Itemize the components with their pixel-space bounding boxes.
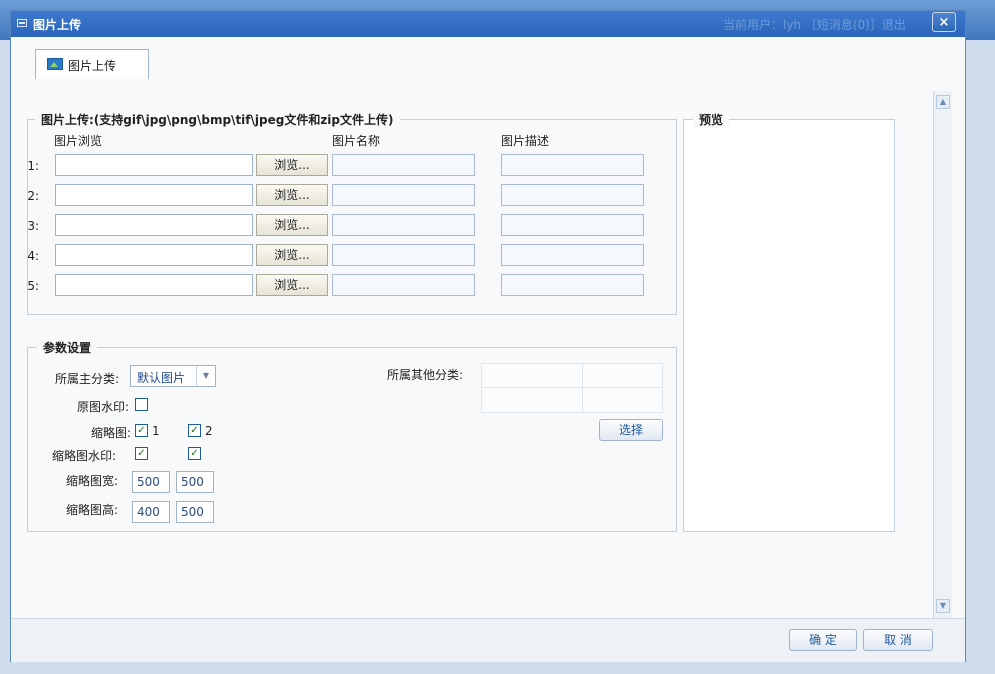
preview-fieldset (683, 119, 895, 532)
dialog-title: 图片上传 (33, 18, 82, 32)
other-category-grid[interactable] (481, 363, 663, 413)
main-category-value: 默认图片 (137, 371, 186, 385)
image-desc-input[interactable] (501, 274, 644, 296)
scroll-down-icon[interactable]: ▼ (936, 599, 950, 613)
file-path-input[interactable] (55, 184, 253, 206)
thumb-width-input-2[interactable]: 500 (176, 471, 214, 493)
image-icon (47, 58, 63, 70)
thumb1-checkbox[interactable]: ✓ (135, 424, 148, 437)
tab-label: 图片上传 (68, 59, 117, 73)
thumb-height-input-2[interactable]: 500 (176, 501, 214, 523)
watermark-label: 原图水印: (77, 400, 130, 414)
upload-dialog: 图片上传 当前用户：lyh ［短消息(0)］退出 × 图片上传 图片上传:(支持… (10, 10, 966, 662)
thumb-watermark1-checkbox[interactable]: ✓ (135, 447, 148, 460)
image-desc-input[interactable] (501, 214, 644, 236)
main-category-select[interactable]: 默认图片 ▼ (130, 365, 216, 387)
scroll-up-icon[interactable]: ▲ (936, 95, 950, 109)
image-name-input[interactable] (332, 274, 475, 296)
col-header-name: 图片名称 (332, 134, 381, 148)
browse-button[interactable]: 浏览... (256, 214, 328, 236)
thumb2-label: 2 (205, 424, 213, 438)
file-path-input[interactable] (55, 274, 253, 296)
image-name-input[interactable] (332, 154, 475, 176)
thumb-height-label: 缩略图高: (66, 503, 119, 517)
main-category-label: 所属主分类: (55, 372, 120, 386)
thumb-width-label: 缩略图宽: (66, 474, 119, 488)
row-label: 5: (27, 279, 39, 293)
col-header-browse: 图片浏览 (54, 134, 103, 148)
file-path-input[interactable] (55, 214, 253, 236)
grid-divider (582, 364, 583, 412)
thumb-watermark2-checkbox[interactable]: ✓ (188, 447, 201, 460)
thumb1-label: 1 (152, 424, 160, 438)
row-label: 1: (27, 159, 39, 173)
tab-image-upload[interactable]: 图片上传 (35, 49, 149, 79)
image-desc-input[interactable] (501, 184, 644, 206)
vertical-scrollbar[interactable]: ▲ ▼ (933, 91, 952, 618)
watermark-checkbox[interactable] (135, 398, 148, 411)
ok-button[interactable]: 确 定 (789, 629, 857, 651)
file-path-input[interactable] (55, 244, 253, 266)
preview-legend: 预览 (693, 111, 730, 128)
dialog-content: 图片上传:(支持gif\jpg\png\bmp\tif\jpeg文件和zip文件… (11, 91, 965, 618)
row-label: 3: (27, 219, 39, 233)
image-desc-input[interactable] (501, 244, 644, 266)
thumb2-checkbox[interactable]: ✓ (188, 424, 201, 437)
thumb-watermark-label: 缩略图水印: (52, 449, 117, 463)
image-desc-input[interactable] (501, 154, 644, 176)
cancel-button[interactable]: 取 消 (863, 629, 933, 651)
browse-button[interactable]: 浏览... (256, 184, 328, 206)
browse-button[interactable]: 浏览... (256, 154, 328, 176)
row-label: 4: (27, 249, 39, 263)
upload-legend: 图片上传:(支持gif\jpg\png\bmp\tif\jpeg文件和zip文件… (35, 111, 400, 128)
thumb-height-input-1[interactable]: 400 (132, 501, 170, 523)
chevron-down-icon: ▼ (196, 366, 215, 386)
image-name-input[interactable] (332, 244, 475, 266)
thumb-width-input-1[interactable]: 500 (132, 471, 170, 493)
other-category-label: 所属其他分类: (387, 368, 464, 382)
image-name-input[interactable] (332, 184, 475, 206)
dialog-footer: 确 定 取 消 (11, 618, 965, 662)
select-category-button[interactable]: 选择 (599, 419, 663, 441)
close-button[interactable]: × (932, 12, 956, 32)
browse-button[interactable]: 浏览... (256, 274, 328, 296)
browse-button[interactable]: 浏览... (256, 244, 328, 266)
tab-bar: 图片上传 (11, 37, 965, 92)
row-label: 2: (27, 189, 39, 203)
image-name-input[interactable] (332, 214, 475, 236)
background-user-text: 当前用户：lyh ［短消息(0)］退出 (723, 18, 906, 32)
window-icon (17, 19, 27, 27)
col-header-desc: 图片描述 (501, 134, 550, 148)
thumb-label: 缩略图: (91, 426, 132, 440)
grid-divider (482, 387, 662, 388)
dialog-titlebar: 图片上传 当前用户：lyh ［短消息(0)］退出 × (11, 11, 965, 37)
params-legend: 参数设置 (37, 339, 98, 356)
file-path-input[interactable] (55, 154, 253, 176)
